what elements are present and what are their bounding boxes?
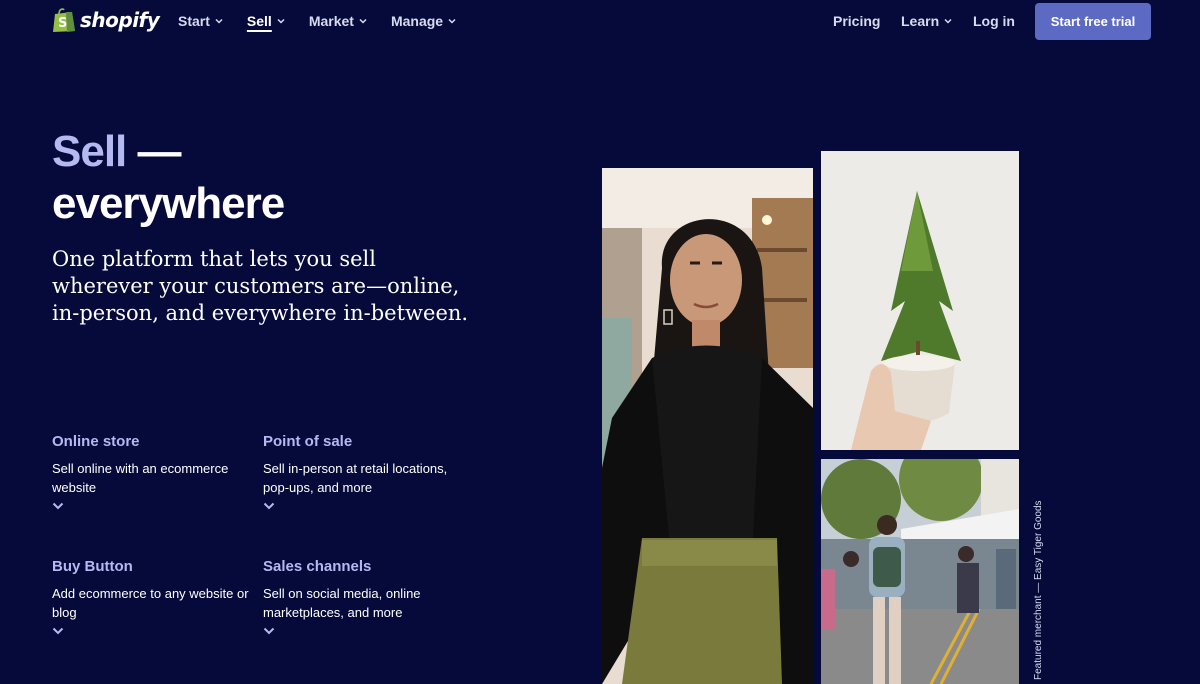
- nav-item-learn[interactable]: Learn: [901, 13, 952, 29]
- feature-point-of-sale: Point of sale Sell in-person at retail l…: [263, 433, 463, 515]
- chevron-down-icon: [448, 18, 456, 24]
- feature-title: Point of sale: [263, 433, 353, 450]
- feature-description: Sell online with an ecommerce website: [52, 461, 229, 495]
- feature-title: Online store: [52, 433, 140, 450]
- chevron-down-icon[interactable]: [263, 502, 275, 510]
- chevron-down-icon: [359, 18, 367, 24]
- nav-item-sell[interactable]: Sell: [247, 13, 285, 29]
- pricing-link[interactable]: Pricing: [833, 13, 880, 29]
- nav-item-label: Sell: [246, 13, 272, 29]
- top-nav: S shopify Start Sell Market Manage Prici…: [0, 0, 1200, 44]
- chevron-down-icon[interactable]: [52, 502, 64, 510]
- feature-title: Buy Button: [52, 558, 133, 575]
- featured-merchant-credit: Featured merchant — Easy Tiger Goods: [1033, 500, 1044, 680]
- nav-item-label: Manage: [390, 13, 444, 29]
- chevron-down-icon[interactable]: [52, 627, 64, 635]
- shopify-logo[interactable]: S shopify: [52, 7, 160, 33]
- login-link[interactable]: Log in: [973, 13, 1015, 29]
- nav-item-start[interactable]: Start: [178, 13, 223, 29]
- start-free-trial-button[interactable]: Start free trial: [1035, 3, 1151, 40]
- hero-title-line-1: Sell —: [52, 126, 182, 178]
- hero-title-accent: Sell: [52, 127, 127, 176]
- feature-buy-button: Buy Button Add ecommerce to any website …: [52, 558, 252, 640]
- hero-subtitle: One platform that lets you sell wherever…: [52, 247, 469, 325]
- feature-description: Sell on social media, online marketplace…: [263, 586, 421, 620]
- feature-title: Sales channels: [263, 558, 372, 575]
- svg-text:S: S: [58, 16, 67, 31]
- nav-item-label: Market: [308, 13, 354, 29]
- chevron-down-icon: [215, 18, 223, 24]
- brand-name: shopify: [80, 8, 160, 32]
- chevron-down-icon: [944, 18, 952, 24]
- feature-sales-channels: Sales channels Sell on social media, onl…: [263, 558, 463, 640]
- feature-description: Sell in-person at retail locations, pop-…: [263, 461, 448, 495]
- chevron-down-icon: [277, 18, 285, 24]
- chevron-down-icon[interactable]: [263, 627, 275, 635]
- hero-title-line-2: everywhere: [52, 179, 285, 228]
- shopping-bag-icon: S: [53, 8, 75, 32]
- feature-description: Add ecommerce to any website or blog: [52, 586, 249, 620]
- nav-item-manage[interactable]: Manage: [391, 13, 456, 29]
- street-market-image: [821, 459, 1019, 684]
- potted-plant-image: [821, 151, 1019, 450]
- feature-online-store: Online store Sell online with an ecommer…: [52, 433, 252, 515]
- merchant-portrait-image: [602, 168, 813, 684]
- nav-item-label: Learn: [901, 13, 940, 29]
- nav-item-label: Start: [178, 13, 210, 29]
- nav-item-market[interactable]: Market: [309, 13, 367, 29]
- hero-title-dash: —: [126, 127, 182, 176]
- primary-nav: Start Sell Market Manage: [178, 13, 480, 29]
